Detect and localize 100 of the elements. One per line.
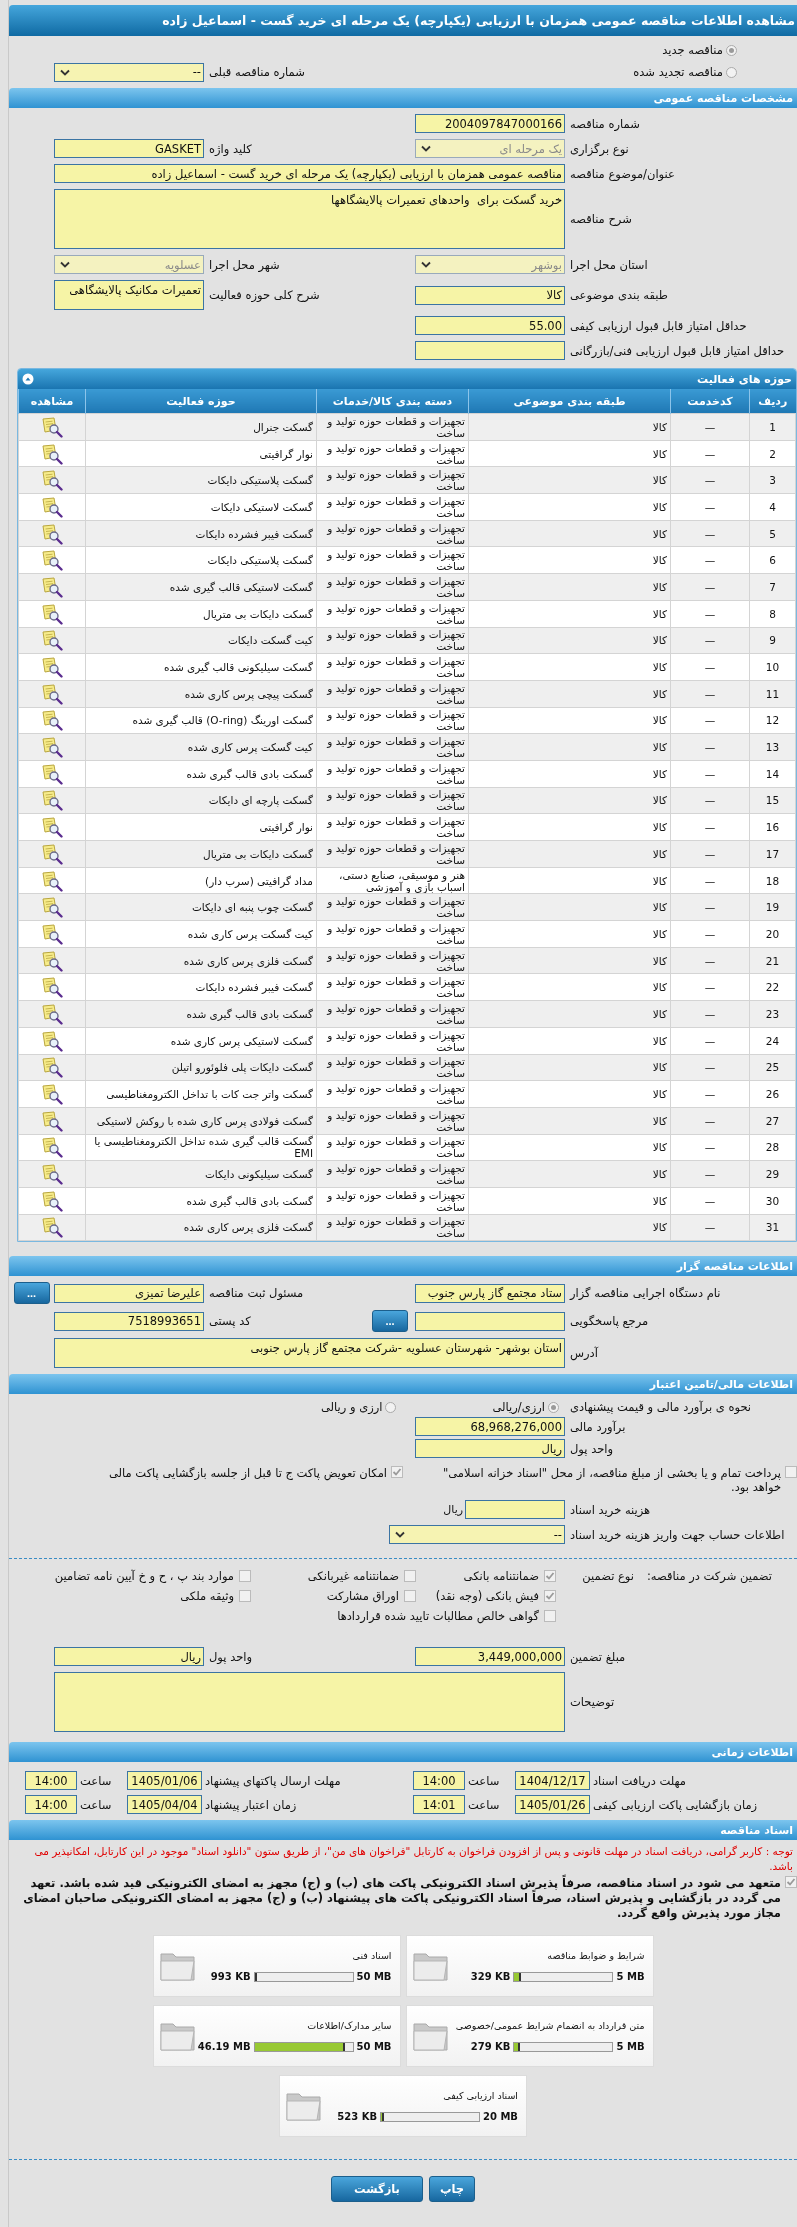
text-area[interactable]: تعمیرات مکانیک پالایشگاهی <box>54 280 204 310</box>
field-label: مهلت ارسال پاکتهای پیشنهاد <box>204 1773 342 1788</box>
file-name: شرایط و ضوابط مناقصه <box>546 1950 645 1962</box>
table-cell: — <box>670 440 750 467</box>
checkbox[interactable] <box>785 1876 797 1889</box>
text-field[interactable]: علیرضا تمیزی <box>54 1283 204 1303</box>
text-area[interactable]: استان بوشهر- شهرستان عسلویه -شرکت مجتمع گاز پارس جنوبی <box>54 1338 565 1369</box>
table-cell: تجهیزات و قطعات حوزه تولید و ساخت <box>316 546 469 574</box>
text-field[interactable] <box>415 1311 565 1331</box>
radio-button[interactable] <box>548 1401 559 1413</box>
radio-button[interactable] <box>726 66 737 78</box>
document-search-icon <box>41 602 63 625</box>
file-name: اسناد ارزیابی کیفی <box>442 2090 518 2102</box>
text-field[interactable]: 68,968,276,000 <box>415 1417 565 1437</box>
table-cell: تجهیزات و قطعات حوزه تولید و ساخت <box>316 1000 469 1028</box>
action-button[interactable]: چاپ <box>429 2176 475 2203</box>
date-field[interactable]: 1405/01/26 <box>515 1795 590 1815</box>
size-limit: 50 MB <box>356 2041 392 2053</box>
table-cell: گسکت دایکات پلی فلوئورو اتیلن <box>85 1054 317 1081</box>
collapse-icon[interactable] <box>22 373 34 385</box>
table-cell: گسکت دایکات بی متریال <box>85 600 317 627</box>
document-search-icon <box>41 656 63 679</box>
dropdown[interactable]: -- <box>389 1525 565 1545</box>
table-cell: تجهیزات و قطعات حوزه تولید و ساخت <box>316 466 469 494</box>
date-field[interactable]: 1405/01/06 <box>127 1771 202 1791</box>
lookup-button[interactable]: ... <box>13 1282 50 1305</box>
table-cell: 2 <box>749 440 796 467</box>
option-label: ضمانتنامه غیربانکی <box>307 1569 399 1584</box>
time-field[interactable]: 14:00 <box>25 1795 77 1815</box>
text-field[interactable]: ریال <box>54 1647 204 1667</box>
table-cell: 1 <box>749 413 796 441</box>
table-cell: 21 <box>749 947 796 974</box>
table-cell: کالا <box>468 1027 671 1054</box>
text-field[interactable]: 2004097847000166 <box>415 114 565 133</box>
table-cell: — <box>670 1107 750 1135</box>
checkbox[interactable] <box>785 1466 797 1479</box>
table-cell: — <box>670 947 750 974</box>
table-cell: — <box>670 760 750 788</box>
table-cell: تجهیزات و قطعات حوزه تولید و ساخت <box>316 680 469 708</box>
lookup-button[interactable]: ... <box>372 1310 408 1333</box>
checkbox[interactable] <box>239 1590 251 1603</box>
file-size: 279 KB <box>470 2041 511 2053</box>
time-field[interactable]: 14:00 <box>413 1771 465 1791</box>
document-search-icon <box>41 922 63 945</box>
text-field[interactable]: GASKET <box>54 139 204 158</box>
table-cell: کالا <box>468 627 671 654</box>
text-field[interactable]: مناقصه عمومی همزمان با ارزیابی (یکپارچه) یک مرحله ای خرید گست - اسماعیل زاده <box>54 164 565 183</box>
checkbox[interactable] <box>544 1590 556 1603</box>
table-cell: گسکت لاستیکی قالب گیری شده <box>85 573 317 601</box>
file-name: اسناد فنی <box>351 1950 392 1962</box>
checkbox[interactable] <box>544 1570 556 1583</box>
table-cell: تجهیزات و قطعات حوزه تولید و ساخت <box>316 1187 469 1215</box>
text-field[interactable]: 55.00 <box>415 316 565 335</box>
text-field[interactable] <box>465 1500 565 1520</box>
table-cell: تجهیزات و قطعات حوزه تولید و ساخت <box>316 520 469 547</box>
table-cell: تجهیزات و قطعات حوزه تولید و ساخت <box>316 1160 469 1188</box>
table-cell: 19 <box>749 893 796 921</box>
text-field[interactable]: ریال <box>415 1439 565 1459</box>
table-cell: گسکت فلزی پرس کاری شده <box>85 1214 317 1241</box>
checkbox[interactable] <box>404 1590 416 1603</box>
table-cell: — <box>670 787 750 814</box>
field-label: زمان بازگشایی پاکت ارزیابی کیفی <box>592 1797 759 1812</box>
text-field[interactable]: کالا <box>415 285 565 305</box>
table-cell: — <box>670 573 750 601</box>
option-label: مناقصه تجدید شده <box>633 65 723 79</box>
table-cell: نوار گرافیتی <box>85 440 317 467</box>
text-field[interactable]: ستاد مجتمع گاز پارس جنوب <box>415 1283 565 1303</box>
date-field[interactable]: 1404/12/17 <box>515 1771 590 1791</box>
radio-button[interactable] <box>726 44 737 56</box>
table-cell: گسکت چوب پنبه ای دایکات <box>85 893 317 921</box>
checkbox[interactable] <box>239 1570 251 1583</box>
checkbox[interactable] <box>391 1466 403 1479</box>
document-search-icon <box>41 495 63 518</box>
section-header: اطلاعات مناقصه گزار <box>9 1256 797 1277</box>
field-label: هزینه خرید اسناد <box>569 1502 652 1517</box>
column-header: مشاهده <box>18 389 86 414</box>
text-area[interactable]: خرید گسکت برای واحدهای تعمیرات پالایشگاهها <box>54 189 565 249</box>
text-area[interactable] <box>54 1672 565 1733</box>
date-field[interactable]: 1405/04/04 <box>127 1795 202 1815</box>
time-field[interactable]: 14:00 <box>25 1771 77 1791</box>
checkbox[interactable] <box>404 1570 416 1583</box>
text-field[interactable]: 7518993651 <box>54 1311 204 1331</box>
text-field[interactable] <box>415 341 565 360</box>
dropdown[interactable]: -- <box>54 62 204 82</box>
unit-label: ریال <box>443 1503 463 1517</box>
window-title: مشاهده اطلاعات مناقصه عمومی همزمان با ارزیابی (یکپارچه) یک مرحله ای خرید گست - اسماعیل زاده <box>9 5 797 36</box>
table-cell: کالا <box>468 760 671 788</box>
table-cell: کالا <box>468 893 671 921</box>
field-label: برآورد مالی <box>569 1419 627 1434</box>
table-cell: کالا <box>468 413 671 441</box>
text-field[interactable]: 3,449,000,000 <box>415 1647 565 1667</box>
action-button[interactable]: بازگشت <box>331 2176 423 2203</box>
table-cell: گسکت پلاستیکی دایکات <box>85 546 317 574</box>
table-cell: — <box>670 1000 750 1028</box>
table-cell: گسکت فلزی پرس کاری شده <box>85 947 317 974</box>
radio-button[interactable] <box>385 1401 397 1413</box>
checkbox[interactable] <box>544 1610 556 1623</box>
field-label: ساعت <box>467 1773 501 1788</box>
time-field[interactable]: 14:01 <box>413 1795 465 1815</box>
table-cell: تجهیزات و قطعات حوزه تولید و ساخت <box>316 893 469 921</box>
